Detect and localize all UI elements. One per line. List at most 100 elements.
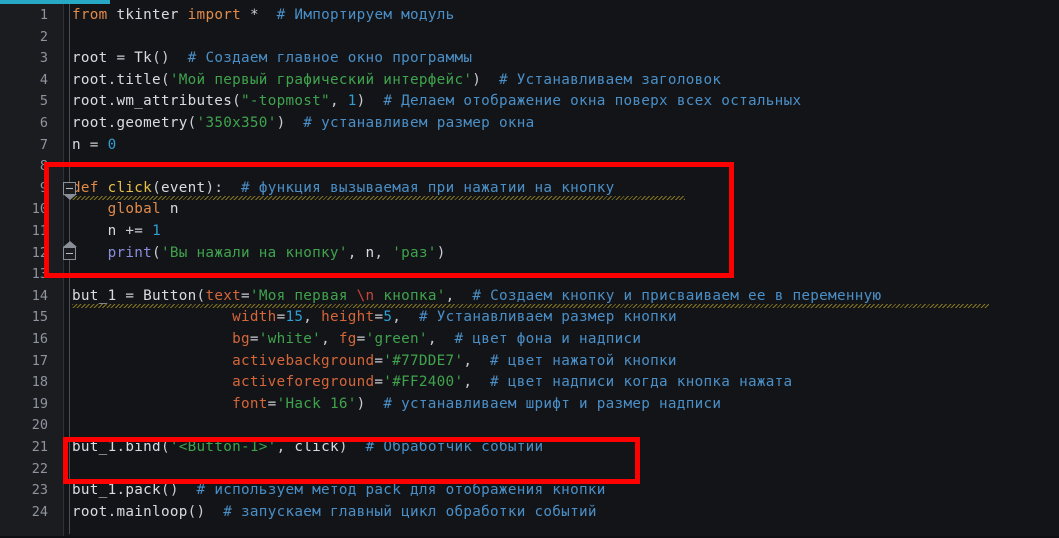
token-kwarg: activebackground <box>232 352 375 369</box>
token-pl: wm_attributes <box>116 93 233 110</box>
code-line[interactable]: 13 <box>0 264 1059 286</box>
line-number: 19 <box>31 395 48 412</box>
token-op: = <box>356 331 366 347</box>
token-kw: global <box>107 201 161 218</box>
code-editor-window: 1 from tkinter import * # Импортируем мод… <box>0 0 1059 538</box>
token-kw: from <box>72 7 108 23</box>
token-op: , <box>463 352 473 369</box>
line-number: 17 <box>31 352 48 369</box>
code-line[interactable]: 21 but_1.bind('<Button-1>', click) # Обра… <box>0 437 1059 459</box>
code-line[interactable]: 24 root.mainloop() # запускаем главный ци… <box>0 502 1059 524</box>
token-kwarg: text <box>205 287 242 304</box>
code-line[interactable]: 3 root = Tk() # Создаем главное окно прог… <box>0 48 1059 70</box>
line-content[interactable]: root = Tk() # Создаем главное окно прогр… <box>72 48 472 70</box>
line-content[interactable]: bg='white', fg='green', # цвет фона и на… <box>72 329 641 351</box>
token-op: = <box>241 287 250 304</box>
line-content[interactable]: n = 0 <box>72 135 117 157</box>
line-content[interactable]: activebackground='#77DDE7', # цвет нажат… <box>72 351 677 373</box>
token-str: 'раз' <box>392 244 437 261</box>
token-str: '<Button-1>' <box>169 439 277 455</box>
line-number: 9 <box>39 179 48 196</box>
token-kwarg: font <box>232 395 268 412</box>
token-op: , <box>374 244 393 261</box>
token-op: , <box>321 331 339 347</box>
line-content[interactable]: root.title('Мой первый графический интер… <box>72 70 721 92</box>
token-op: ) <box>356 93 366 110</box>
token-cm: # цвет нажатой кнопки <box>490 352 677 369</box>
token-str: 'Моя первая <box>249 287 357 304</box>
line-content[interactable]: from tkinter import * # Импортируем моду… <box>72 5 455 27</box>
token-cm: # устанавливаем шрифт и размер надписи <box>383 395 722 412</box>
line-number: 22 <box>31 460 48 477</box>
line-content[interactable]: but_1.bind('<Button-1>', click) # Обрабо… <box>72 437 543 459</box>
line-content[interactable]: root.geometry('350x350') # устанавливем … <box>72 113 535 135</box>
line-content[interactable]: but_1.pack() # используем метод pack для… <box>72 480 606 502</box>
token-op: ( <box>152 244 161 261</box>
code-line[interactable]: 19 font='Hack 16') # устанавливаем шрифт… <box>0 394 1059 416</box>
line-content[interactable]: print('Вы нажали на кнопку', n, 'раз') <box>72 243 446 265</box>
token-op: ) <box>472 71 482 88</box>
token-pl: Button <box>143 287 197 304</box>
code-line[interactable]: 2 <box>0 27 1059 49</box>
line-number: 11 <box>31 223 48 239</box>
line-content[interactable]: global n <box>72 199 179 221</box>
code-line[interactable]: 15 width=15, height=5, # Устанавливаем р… <box>0 307 1059 329</box>
line-content[interactable]: activeforeground='#FF2400', # цвет надпи… <box>72 372 792 394</box>
token-pl: n <box>169 201 179 218</box>
line-content[interactable]: width=15, height=5, # Устанавливаем разм… <box>72 307 677 329</box>
token-pl: but_1 <box>72 439 117 455</box>
token-pl: tkinter <box>116 7 179 23</box>
code-line[interactable]: 4 root.title('Мой первый графический инте… <box>0 70 1059 92</box>
warning-underline-def-click <box>72 196 685 200</box>
token-op: ( <box>232 93 242 110</box>
token-cm: # запускаем главный цикл обработки событ… <box>223 503 597 520</box>
line-content[interactable]: root.wm_attributes("-topmost", 1) # Дела… <box>72 91 801 113</box>
code-line[interactable]: 6 root.geometry('350x350') # устанавливем… <box>0 113 1059 135</box>
token-pl: n <box>72 136 81 153</box>
line-number: 23 <box>31 482 48 499</box>
token-pl: click <box>294 439 339 455</box>
code-area[interactable]: 1 from tkinter import * # Импортируем мод… <box>0 0 1059 538</box>
code-line[interactable]: 18 activeforeground='#FF2400', # цвет на… <box>0 372 1059 394</box>
token-op: , <box>329 93 348 110</box>
line-content[interactable]: n += 1 <box>72 221 161 243</box>
token-str: '350x350' <box>196 115 277 131</box>
token-str: 'white' <box>258 331 322 347</box>
token-op: , <box>392 309 402 326</box>
token-cm: # Создаем главное окно программы <box>187 50 473 67</box>
token-str: 'Вы нажали на кнопку' <box>160 244 348 261</box>
code-line[interactable]: 10 global n <box>0 199 1059 221</box>
code-line[interactable]: 5 root.wm_attributes("-topmost", 1) # Дел… <box>0 91 1059 113</box>
token-str: 'Hack 16' <box>276 395 357 412</box>
code-line[interactable]: 8 <box>0 156 1059 178</box>
code-line[interactable]: 20 <box>0 415 1059 437</box>
token-op: , <box>347 244 366 261</box>
warning-underline-but-1 <box>72 304 989 308</box>
code-line[interactable]: 11 n += 1 <box>0 221 1059 243</box>
token-op: () <box>160 482 179 499</box>
code-line[interactable]: 22 <box>0 459 1059 481</box>
token-cm: # функция вызываемая при нажатии на кноп… <box>241 179 615 196</box>
code-line[interactable]: 17 activebackground='#77DDE7', # цвет на… <box>0 351 1059 373</box>
fold-open-def-click[interactable] <box>63 181 77 200</box>
code-line[interactable]: 16 bg='white', fg='green', # цвет фона и… <box>0 329 1059 351</box>
line-content[interactable]: font='Hack 16') # устанавливаем шрифт и … <box>72 394 721 416</box>
code-line[interactable]: 7 n = 0 <box>0 135 1059 157</box>
code-line[interactable]: 23 but_1.pack() # используем метод pack д… <box>0 480 1059 502</box>
token-op: ) <box>436 244 446 261</box>
token-op: , <box>463 374 473 391</box>
token-pl: Tk <box>134 50 153 67</box>
token-cm: # Создаем кнопку и присваиваем ее в пере… <box>472 287 882 304</box>
code-line[interactable]: 12 print('Вы нажали на кнопку', n, 'раз'… <box>0 243 1059 265</box>
line-content[interactable]: root.mainloop() # запускаем главный цикл… <box>72 502 597 524</box>
fold-end-def-click[interactable] <box>63 240 77 260</box>
code-line[interactable]: 1 from tkinter import * # Импортируем мод… <box>0 5 1059 27</box>
